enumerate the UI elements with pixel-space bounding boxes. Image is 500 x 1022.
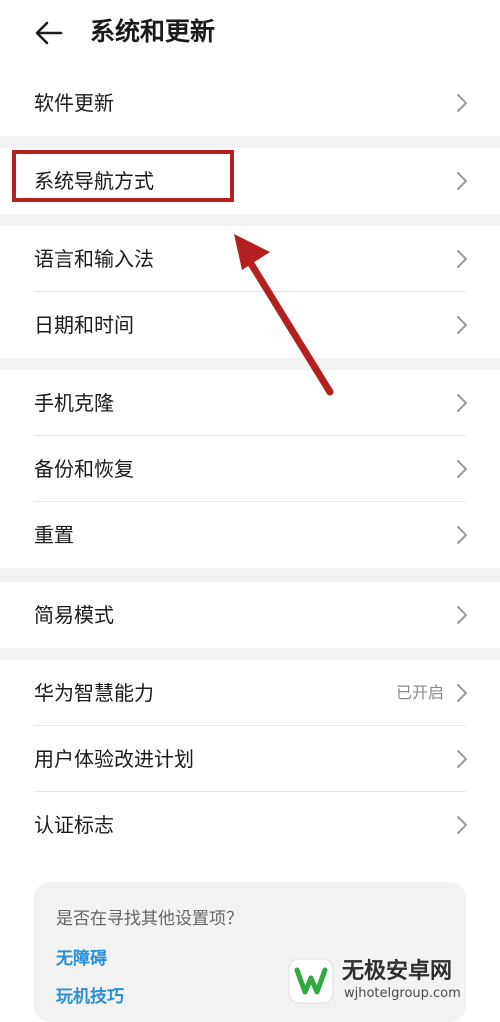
watermark-logo-icon: [288, 958, 334, 1004]
settings-group-simple-mode: 简易模式: [0, 582, 500, 648]
chevron-right-icon: [457, 816, 467, 834]
settings-item-label: 用户体验改进计划: [34, 747, 194, 771]
settings-item-date-time[interactable]: 日期和时间: [0, 292, 500, 358]
group-separator: [0, 568, 500, 582]
settings-item-label: 简易模式: [34, 603, 114, 627]
page-title: 系统和更新: [90, 17, 216, 46]
chevron-right-icon: [457, 606, 467, 624]
settings-item-user-experience[interactable]: 用户体验改进计划: [0, 726, 500, 792]
annotation-highlight-box: [12, 150, 234, 202]
chevron-right-icon: [457, 684, 467, 702]
settings-group-language-time: 语言和输入法 日期和时间: [0, 226, 500, 358]
suggestion-title: 是否在寻找其他设置项？: [56, 909, 243, 929]
chevron-right-icon: [457, 250, 467, 268]
settings-item-phone-clone[interactable]: 手机克隆: [0, 370, 500, 436]
group-separator: [0, 358, 500, 370]
settings-item-simple-mode[interactable]: 简易模式: [0, 582, 500, 648]
settings-item-language-input[interactable]: 语言和输入法: [0, 226, 500, 292]
chevron-right-icon: [457, 460, 467, 478]
chevron-right-icon: [457, 394, 467, 412]
settings-item-label: 软件更新: [34, 91, 114, 115]
settings-item-label: 重置: [34, 523, 74, 547]
settings-item-software-update[interactable]: 软件更新: [0, 70, 500, 136]
suggestion-link-accessibility[interactable]: 无障碍: [56, 944, 107, 969]
settings-item-backup-restore[interactable]: 备份和恢复: [0, 436, 500, 502]
settings-group-backup: 手机克隆 备份和恢复 重置: [0, 370, 500, 568]
chevron-right-icon: [457, 172, 467, 190]
settings-group-update: 软件更新: [0, 70, 500, 136]
settings-item-label: 华为智慧能力: [34, 681, 154, 705]
group-separator: [0, 214, 500, 226]
settings-item-label: 日期和时间: [34, 313, 134, 337]
chevron-right-icon: [457, 316, 467, 334]
settings-item-status: 已开启: [395, 683, 444, 702]
settings-item-label: 认证标志: [34, 813, 114, 837]
chevron-right-icon: [457, 94, 467, 112]
suggestion-link-tips[interactable]: 玩机技巧: [56, 982, 124, 1007]
back-arrow-icon[interactable]: [34, 18, 64, 48]
title-bar: 系统和更新: [0, 0, 500, 66]
settings-item-label: 手机克隆: [34, 391, 114, 415]
site-watermark: 无极安卓网 wjhotelgroup.com: [288, 958, 488, 1006]
watermark-url: wjhotelgroup.com: [344, 986, 461, 1001]
chevron-right-icon: [457, 526, 467, 544]
group-separator: [0, 648, 500, 660]
settings-item-reset[interactable]: 重置: [0, 502, 500, 568]
chevron-right-icon: [457, 750, 467, 768]
settings-item-label: 备份和恢复: [34, 457, 134, 481]
settings-group-others: 华为智慧能力 已开启 用户体验改进计划 认证标志: [0, 660, 500, 858]
settings-item-certification[interactable]: 认证标志: [0, 792, 500, 858]
watermark-name: 无极安卓网: [342, 959, 453, 984]
group-separator: [0, 136, 500, 148]
settings-item-huawei-intelligence[interactable]: 华为智慧能力 已开启: [0, 660, 500, 726]
settings-item-label: 语言和输入法: [34, 247, 154, 271]
